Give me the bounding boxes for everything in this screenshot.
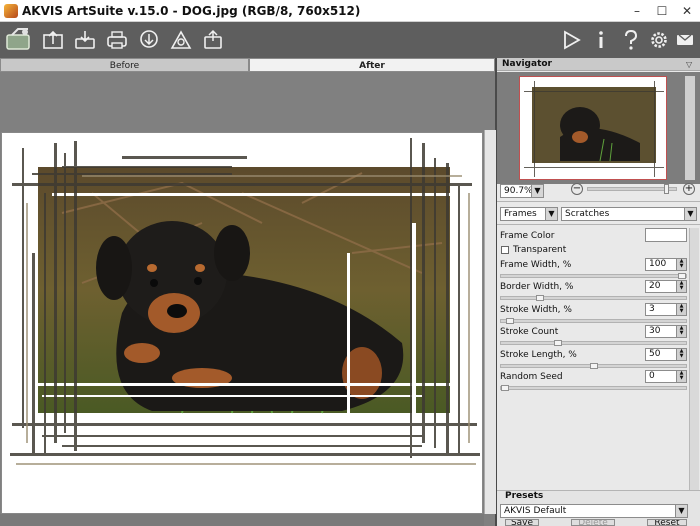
panel-scrollbar[interactable] xyxy=(689,228,699,514)
preset-select[interactable]: AKVIS Default ▼ xyxy=(500,504,688,518)
random-seed-slider-thumb[interactable] xyxy=(501,385,509,391)
random-seed-slider[interactable] xyxy=(500,385,687,391)
border-width-input[interactable]: 20 ▲ ▼ xyxy=(645,280,687,293)
transparent-checkbox[interactable] xyxy=(501,246,509,254)
image-preview[interactable] xyxy=(1,132,483,514)
random-seed-input[interactable]: 0 ▲ ▼ xyxy=(645,370,687,383)
canvas-area: Before After xyxy=(0,58,497,526)
effect-category-select[interactable]: Frames ▼ xyxy=(500,207,558,221)
frame-width-label: Frame Width, % xyxy=(500,260,572,270)
navigator-thumbnail[interactable] xyxy=(519,76,667,180)
stroke-count-input[interactable]: 30 ▲ ▼ xyxy=(645,325,687,338)
canvas-horizontal-scrollbar[interactable] xyxy=(0,514,484,526)
reset-preset-button[interactable]: Reset xyxy=(647,519,687,526)
stroke-width-slider[interactable] xyxy=(500,318,687,324)
delete-preset-button[interactable]: Delete xyxy=(571,519,615,526)
frame-width-slider[interactable] xyxy=(500,273,687,279)
stroke-count-value: 30 xyxy=(649,326,661,336)
transparent-label: Transparent xyxy=(513,245,567,255)
window-title: AKVIS ArtSuite v.15.0 - DOG.jpg (RGB/8, … xyxy=(22,4,361,18)
presets-title: Presets xyxy=(505,491,544,501)
title-bar: AKVIS ArtSuite v.15.0 - DOG.jpg (RGB/8, … xyxy=(0,0,700,22)
settings-icon[interactable] xyxy=(646,28,672,52)
random-seed-label: Random Seed xyxy=(500,372,563,382)
print-icon[interactable] xyxy=(104,28,130,52)
zoom-value: 90.7% xyxy=(504,186,533,196)
chevron-down-icon: ▼ xyxy=(684,208,696,220)
frame-color-swatch[interactable] xyxy=(645,228,687,242)
zoom-in-button[interactable]: + xyxy=(683,183,695,195)
zoom-slider-thumb[interactable] xyxy=(664,184,670,194)
dog-photo-with-scratch-frame xyxy=(2,133,482,513)
stroke-length-label: Stroke Length, % xyxy=(500,350,577,360)
stroke-width-value: 3 xyxy=(649,304,655,314)
frame-width-slider-thumb[interactable] xyxy=(678,273,686,279)
settings-panel: Navigator ▽ 90.7% ▼ − + Frames ▼ Scratch… xyxy=(497,58,700,526)
stroke-length-slider[interactable] xyxy=(500,363,687,369)
stroke-length-input[interactable]: 50 ▲ ▼ xyxy=(645,348,687,361)
zoom-out-button[interactable]: − xyxy=(571,183,583,195)
navigator-collapse-icon[interactable]: ▽ xyxy=(686,60,692,69)
stroke-width-input[interactable]: 3 ▲ ▼ xyxy=(645,303,687,316)
close-button[interactable]: ✕ xyxy=(676,2,698,20)
stroke-count-slider[interactable] xyxy=(500,340,687,346)
spinner-icon[interactable]: ▲ ▼ xyxy=(676,281,686,292)
maximize-button[interactable]: ☐ xyxy=(651,2,673,20)
chevron-down-icon: ▼ xyxy=(545,208,557,220)
tab-after[interactable]: After xyxy=(249,58,495,72)
chevron-down-icon: ▼ xyxy=(675,505,687,517)
stroke-length-slider-thumb[interactable] xyxy=(589,363,598,369)
batch-icon[interactable] xyxy=(4,26,34,54)
random-seed-value: 0 xyxy=(649,371,655,381)
open-icon[interactable] xyxy=(40,28,66,52)
preset-value: AKVIS Default xyxy=(504,506,567,516)
navigator-title: Navigator xyxy=(502,59,552,69)
frame-width-input[interactable]: 100 ▲ ▼ xyxy=(645,258,687,271)
effect-style-value: Scratches xyxy=(565,209,610,219)
spinner-icon[interactable]: ▲ ▼ xyxy=(676,326,686,337)
canvas-vertical-scrollbar[interactable] xyxy=(484,130,496,514)
toolbar xyxy=(0,22,700,58)
back-icon[interactable] xyxy=(168,28,194,52)
info-icon[interactable] xyxy=(588,28,614,52)
frame-width-value: 100 xyxy=(649,259,667,269)
stroke-width-label: Stroke Width, % xyxy=(500,305,572,315)
spinner-icon[interactable]: ▲ ▼ xyxy=(676,304,686,315)
app-logo-icon xyxy=(4,4,18,18)
share-icon[interactable] xyxy=(136,28,162,52)
tab-before[interactable]: Before xyxy=(0,58,249,72)
stroke-count-label: Stroke Count xyxy=(500,327,559,337)
minimize-button[interactable]: – xyxy=(626,2,648,20)
spinner-icon[interactable]: ▲ ▼ xyxy=(676,349,686,360)
run-icon[interactable] xyxy=(558,28,584,52)
divider xyxy=(497,224,700,225)
frame-color-label: Frame Color xyxy=(500,231,555,241)
spinner-icon[interactable]: ▲ ▼ xyxy=(676,371,686,382)
effect-style-select[interactable]: Scratches ▼ xyxy=(561,207,697,221)
notification-icon[interactable] xyxy=(672,28,696,52)
navigator-scrollbar[interactable] xyxy=(685,76,695,180)
zoom-select[interactable]: 90.7% ▼ xyxy=(500,184,544,198)
stroke-count-slider-thumb[interactable] xyxy=(554,340,563,346)
navigator-thumbnail-image xyxy=(520,77,666,179)
navigator-header: Navigator xyxy=(497,58,700,71)
save-preset-button[interactable]: Save xyxy=(505,519,539,526)
save-icon[interactable] xyxy=(72,28,98,52)
zoom-slider[interactable] xyxy=(587,184,677,194)
chevron-down-icon: ▼ xyxy=(531,185,543,197)
border-width-value: 20 xyxy=(649,281,661,291)
border-width-slider-thumb[interactable] xyxy=(536,295,545,301)
border-width-slider[interactable] xyxy=(500,295,687,301)
help-icon[interactable] xyxy=(618,28,644,52)
divider xyxy=(497,201,700,202)
export-icon[interactable] xyxy=(200,28,226,52)
border-width-label: Border Width, % xyxy=(500,282,574,292)
stroke-width-slider-thumb[interactable] xyxy=(506,318,515,324)
spinner-icon[interactable]: ▲ ▼ xyxy=(676,259,686,270)
effect-category-value: Frames xyxy=(504,209,537,219)
stroke-length-value: 50 xyxy=(649,349,661,359)
